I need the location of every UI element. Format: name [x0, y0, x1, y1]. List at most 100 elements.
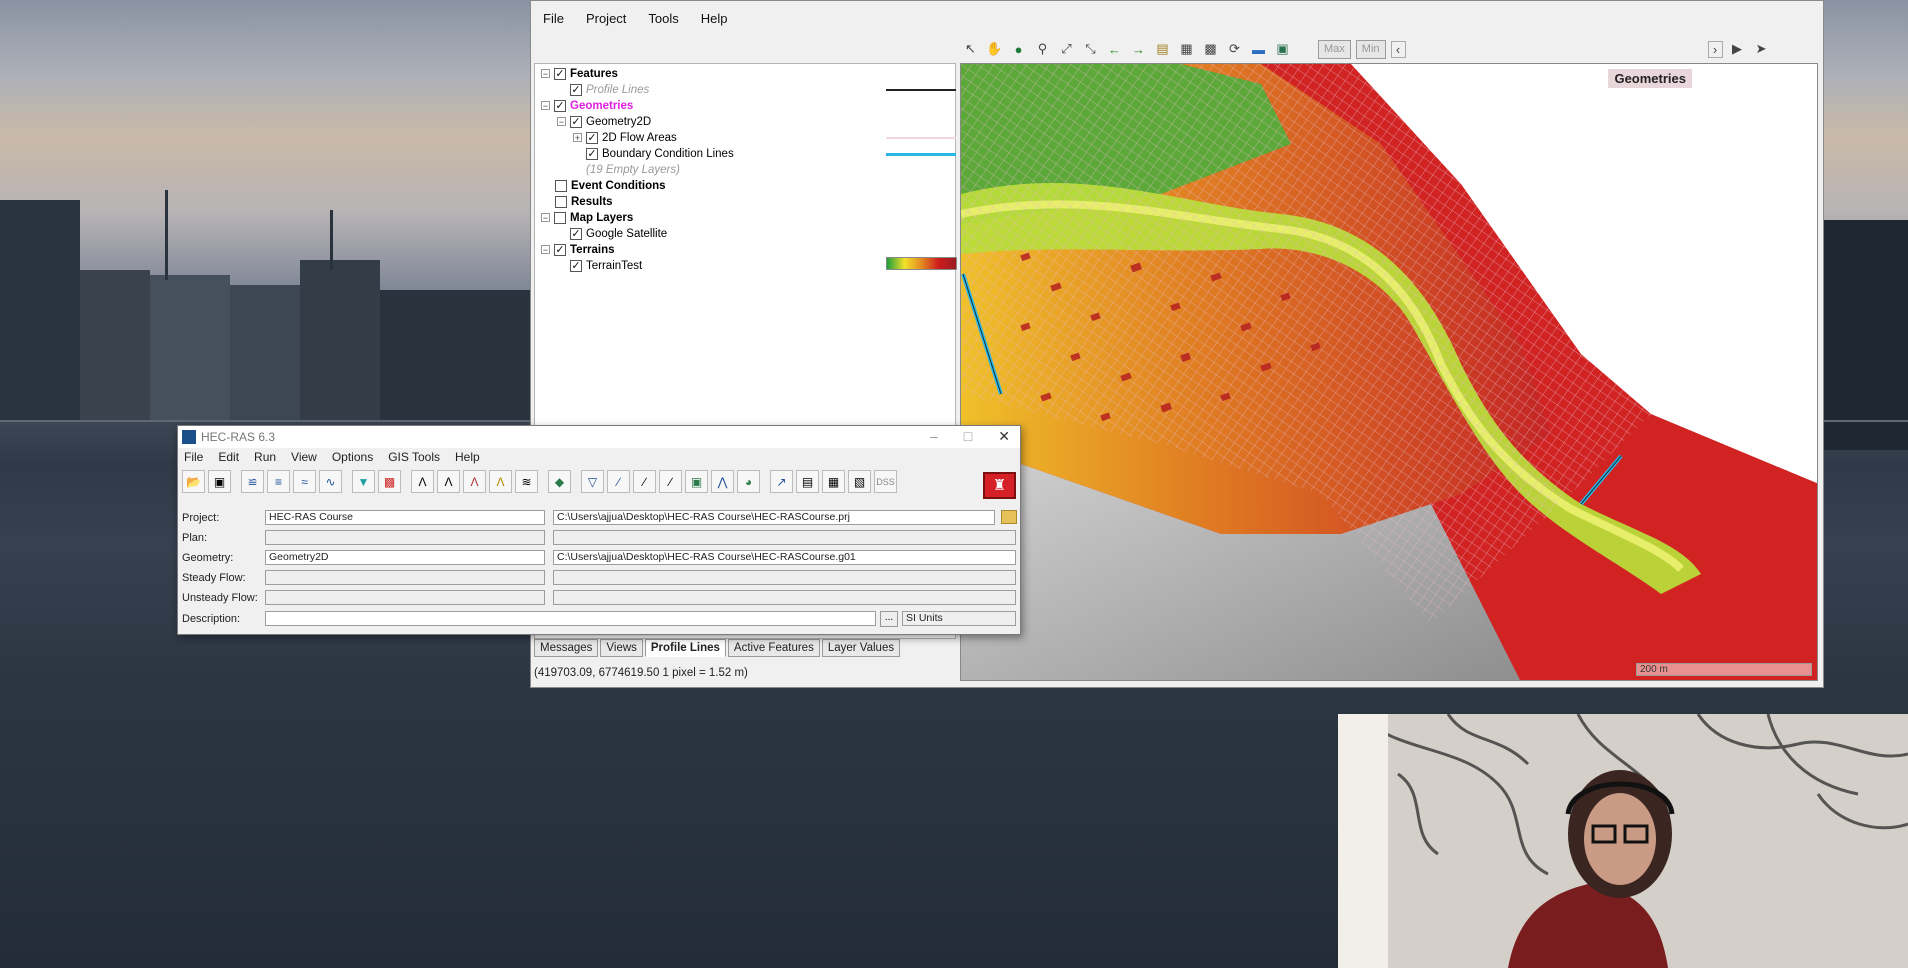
tree-row-google-satellite[interactable]: ✓ Google Satellite: [570, 226, 667, 241]
close-icon[interactable]: ✕: [998, 428, 1010, 445]
checkbox-checked[interactable]: ✓: [586, 131, 598, 144]
checkbox-checked[interactable]: ✓: [570, 115, 582, 128]
steady-analysis-icon[interactable]: Λ: [411, 470, 434, 493]
detailed-output-icon[interactable]: ↗: [770, 470, 793, 493]
tab-active-features[interactable]: Active Features: [727, 639, 820, 657]
menu-help[interactable]: Help: [455, 450, 480, 464]
tree-row-flow-areas[interactable]: + ✓ 2D Flow Areas: [573, 130, 677, 145]
menu-view[interactable]: View: [291, 450, 317, 464]
project-path-field[interactable]: C:\Users\ajjua\Desktop\HEC-RAS Course\HE…: [553, 510, 995, 525]
tab-messages[interactable]: Messages: [534, 639, 599, 657]
rating-curve-icon[interactable]: ∕: [659, 470, 682, 493]
checkbox-checked[interactable]: ✓: [554, 99, 566, 112]
menu-run[interactable]: Run: [254, 450, 276, 464]
water-quality-icon[interactable]: ▩: [378, 470, 401, 493]
checkbox-checked[interactable]: ✓: [570, 227, 582, 240]
tree-row-map-layers[interactable]: − Map Layers: [541, 210, 633, 225]
ras-mapper-icon[interactable]: ▼: [352, 470, 375, 493]
hydraulic-design-icon[interactable]: ≋: [515, 470, 538, 493]
cross-section-plot-icon[interactable]: ▽: [581, 470, 604, 493]
terrain-icon[interactable]: ▣: [1273, 40, 1292, 59]
collapse-icon[interactable]: −: [541, 245, 550, 255]
max-box[interactable]: Max: [1318, 39, 1351, 59]
stage-flow-icon[interactable]: ⋀: [711, 470, 734, 493]
collapse-icon[interactable]: −: [557, 117, 566, 127]
checkbox-checked[interactable]: ✓: [570, 83, 582, 96]
checkbox-checked[interactable]: ✓: [586, 147, 598, 160]
description-more-button[interactable]: ...: [880, 611, 898, 627]
steady-flow-title-field[interactable]: [265, 570, 545, 585]
tab-views[interactable]: Views: [600, 639, 643, 657]
quasi-unsteady-icon[interactable]: ∿: [319, 470, 342, 493]
folder-icon[interactable]: [1001, 510, 1017, 524]
project-title-field[interactable]: HEC-RAS Course: [265, 510, 545, 525]
geometry-path-field[interactable]: C:\Users\ajjua\Desktop\HEC-RAS Course\HE…: [553, 550, 1016, 565]
back-arrow-icon[interactable]: ←: [1105, 40, 1124, 59]
pan-hand-icon[interactable]: ✋: [985, 40, 1004, 59]
geometry-editor-icon[interactable]: ≌: [241, 470, 264, 493]
globe-icon[interactable]: ●: [1009, 40, 1028, 59]
checkbox-unchecked[interactable]: [555, 179, 567, 192]
map-canvas[interactable]: Geometries 200 m: [960, 63, 1818, 681]
general-profile-icon[interactable]: ∕: [633, 470, 656, 493]
collapse-icon[interactable]: −: [541, 213, 550, 223]
steady-flow-data-icon[interactable]: ≡: [267, 470, 290, 493]
tree-row-features[interactable]: − ✓ Features: [541, 66, 618, 81]
menu-gis-tools[interactable]: GIS Tools: [388, 450, 440, 464]
time-slider-right-icon[interactable]: ›: [1707, 40, 1723, 58]
measure-icon[interactable]: ▤: [1153, 40, 1172, 59]
summary-errors-icon[interactable]: ▧: [848, 470, 871, 493]
checkbox-checked[interactable]: ✓: [554, 67, 566, 80]
units-field[interactable]: SI Units: [902, 611, 1016, 626]
steady-flow-path-field[interactable]: [553, 570, 1016, 585]
quasi-analysis-icon[interactable]: Λ: [489, 470, 512, 493]
forward-arrow-icon[interactable]: →: [1129, 40, 1148, 59]
time-slider-track[interactable]: [1411, 42, 1703, 57]
mapper-layers-icon[interactable]: ◆: [548, 470, 571, 493]
unsteady-flow-title-field[interactable]: [265, 590, 545, 605]
open-project-icon[interactable]: 📂: [182, 470, 205, 493]
menu-options[interactable]: Options: [332, 450, 373, 464]
min-box[interactable]: Min: [1355, 39, 1386, 59]
animate-icon[interactable]: ➤: [1752, 40, 1771, 59]
maximize-icon[interactable]: □: [964, 428, 972, 445]
full-extent-icon[interactable]: ⤡: [1081, 40, 1100, 59]
save-project-icon[interactable]: ▣: [208, 470, 231, 493]
dss-viewer-icon[interactable]: DSS: [874, 470, 897, 493]
menu-help[interactable]: Help: [701, 11, 728, 33]
profile-icon[interactable]: ▬: [1249, 40, 1268, 59]
expand-icon[interactable]: +: [573, 133, 582, 143]
tree-row-terrain-test[interactable]: ✓ TerrainTest: [570, 258, 642, 273]
collapse-icon[interactable]: −: [541, 101, 550, 111]
plan-path-field[interactable]: [553, 530, 1016, 545]
hydrograph-icon[interactable]: ◕: [737, 470, 760, 493]
tree-row-profile-lines[interactable]: ✓ Profile Lines: [570, 82, 649, 97]
geometry-title-field[interactable]: Geometry2D: [265, 550, 545, 565]
menu-file[interactable]: File: [184, 450, 203, 464]
grid-icon[interactable]: ▩: [1201, 40, 1220, 59]
refresh-icon[interactable]: ⟳: [1225, 40, 1244, 59]
pointer-icon[interactable]: ↖: [961, 40, 980, 59]
tab-profile-lines[interactable]: Profile Lines: [644, 639, 726, 657]
tree-row-geometries[interactable]: − ✓ Geometries: [541, 98, 633, 113]
menu-project[interactable]: Project: [586, 11, 626, 33]
zoom-extents-icon[interactable]: ⤢: [1057, 40, 1076, 59]
zoom-icon[interactable]: ⚲: [1033, 40, 1052, 59]
xyz-plot-icon[interactable]: ▣: [685, 470, 708, 493]
play-icon[interactable]: ▶: [1728, 40, 1747, 59]
checkbox-unchecked[interactable]: [555, 195, 567, 208]
unsteady-flow-path-field[interactable]: [553, 590, 1016, 605]
summary-table-icon[interactable]: ▤: [796, 470, 819, 493]
profile-plot-icon[interactable]: ∕: [607, 470, 630, 493]
description-field[interactable]: [265, 611, 876, 626]
plan-title-field[interactable]: [265, 530, 545, 545]
menu-edit[interactable]: Edit: [218, 450, 239, 464]
menu-tools[interactable]: Tools: [648, 11, 678, 33]
tree-row-event-conditions[interactable]: Event Conditions: [555, 178, 666, 193]
tree-row-bc-lines[interactable]: ✓ Boundary Condition Lines: [586, 146, 734, 161]
usace-castle-icon[interactable]: ♜: [983, 472, 1016, 499]
tab-layer-values[interactable]: Layer Values: [821, 639, 901, 657]
sediment-analysis-icon[interactable]: Λ: [463, 470, 486, 493]
layer-icon[interactable]: ▦: [1177, 40, 1196, 59]
minimize-icon[interactable]: –: [930, 428, 938, 445]
